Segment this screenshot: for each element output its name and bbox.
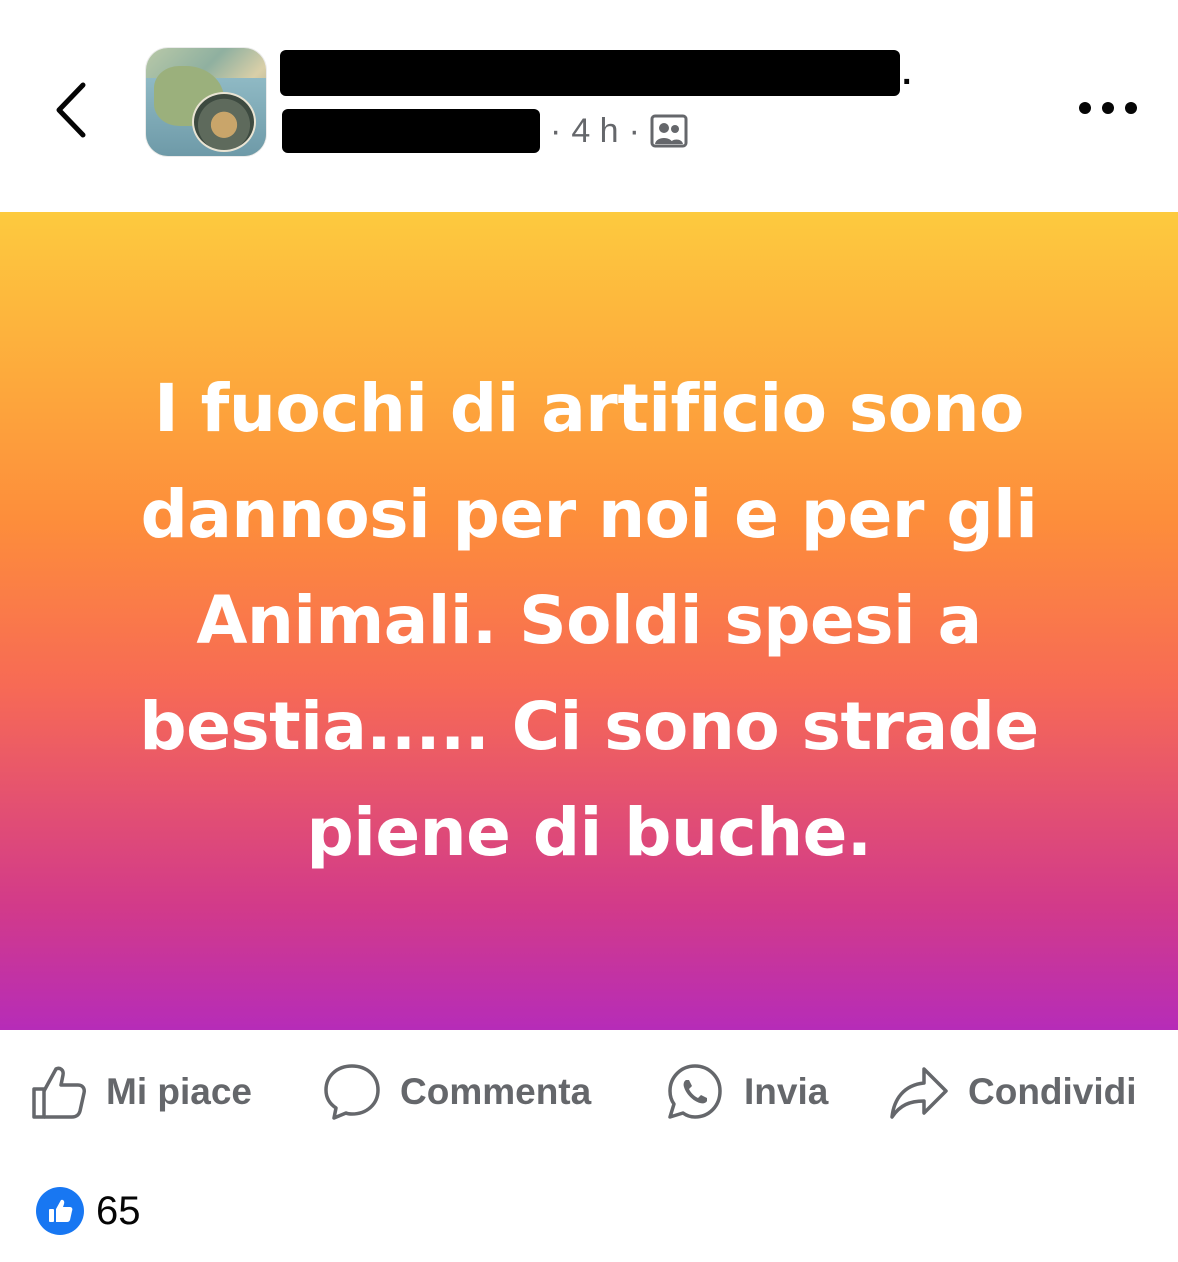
meta-separator: · xyxy=(550,111,562,150)
redacted-author-name xyxy=(282,109,540,153)
back-button[interactable] xyxy=(44,72,96,148)
send-label: Invia xyxy=(744,1071,829,1112)
post-text: I fuochi di artificio sono dannosi per n… xyxy=(139,370,1039,871)
meta-separator: · xyxy=(628,111,640,150)
group-icon xyxy=(650,114,688,148)
share-button[interactable]: Condividi xyxy=(888,1062,1137,1122)
thumbs-up-icon xyxy=(49,1199,73,1222)
whatsapp-icon xyxy=(668,1064,722,1119)
post-time[interactable]: 4 h xyxy=(571,112,618,151)
share-arrow-icon xyxy=(890,1067,948,1119)
like-label: Mi piace xyxy=(106,1071,252,1112)
post-header: . · 4 h · xyxy=(0,0,1178,212)
comment-bubble-icon xyxy=(324,1064,380,1120)
thumbs-up-icon xyxy=(32,1066,86,1119)
group-name-tail: . xyxy=(902,53,912,92)
post-meta: · 4 h · xyxy=(282,108,688,154)
like-button[interactable]: Mi piace xyxy=(30,1062,252,1122)
post-background: I fuochi di artificio sono dannosi per n… xyxy=(0,212,1178,1030)
comment-button[interactable]: Commenta xyxy=(322,1062,591,1122)
group-name[interactable]: . xyxy=(280,50,911,96)
share-label: Condividi xyxy=(968,1071,1137,1112)
reaction-count: 65 xyxy=(96,1188,141,1233)
reactions-summary[interactable]: 65 xyxy=(36,1186,141,1236)
chevron-left-icon xyxy=(56,82,86,138)
like-reaction-icon xyxy=(36,1187,84,1235)
more-options-button[interactable] xyxy=(1074,88,1142,128)
group-avatar[interactable] xyxy=(146,48,266,156)
send-button[interactable]: Invia xyxy=(664,1062,828,1122)
more-dots-icon xyxy=(1079,102,1137,114)
comment-label: Commenta xyxy=(400,1071,592,1112)
redacted-group-name xyxy=(280,50,900,96)
